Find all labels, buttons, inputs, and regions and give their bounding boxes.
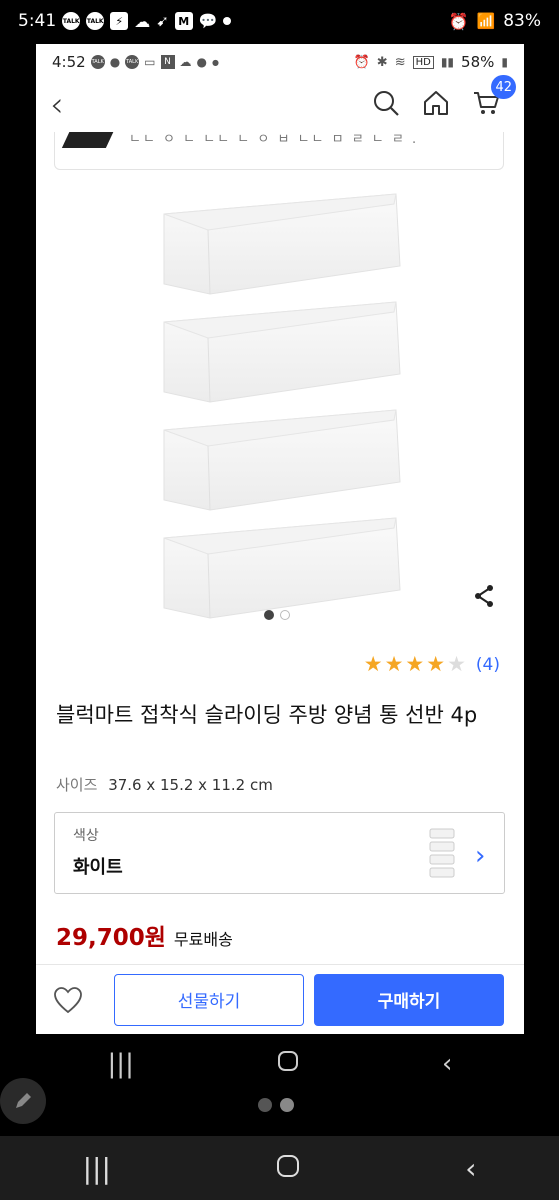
talk-icon: TALK [62, 12, 81, 30]
product-title: 블럭마트 접착식 슬라이딩 주방 양념 통 선반 4p [56, 703, 478, 727]
search-icon[interactable] [372, 89, 400, 121]
star-icon: ★ [384, 652, 404, 676]
option-value: 화이트 [73, 857, 123, 878]
product-image[interactable] [36, 184, 524, 644]
wifi-icon: 📶 [476, 12, 496, 30]
back-nav-icon[interactable]: ‹ [442, 1049, 452, 1079]
window-icon: ▭ [144, 55, 156, 69]
cloud-icon: ☁ [134, 11, 151, 31]
bottom-action-bar: 선물하기 구매하기 [36, 964, 524, 1034]
bluetooth-icon: ✱ [376, 54, 388, 70]
back-nav-icon[interactable]: ‹ [465, 1152, 476, 1185]
talk-icon: TALK [86, 12, 105, 30]
dot-icon: ● [212, 57, 219, 67]
n-icon: N [160, 55, 175, 69]
cloud-icon: ☁ [179, 55, 192, 69]
home-icon[interactable] [422, 89, 450, 121]
home-button-icon[interactable] [277, 1049, 299, 1079]
share-icon[interactable] [472, 584, 496, 612]
battery-icon: ▮ [501, 55, 508, 69]
chat-icon: ● [109, 55, 121, 69]
wifi-icon: ≋ [394, 54, 406, 70]
bolt-icon: ⚡ [110, 12, 129, 30]
outer-time: 5:41 [18, 11, 57, 31]
option-thumbnail [429, 828, 455, 878]
star-empty-icon: ★ [447, 652, 466, 676]
dot-icon [223, 17, 232, 25]
pen-icon[interactable] [0, 1078, 46, 1124]
gallery-dot [264, 610, 274, 620]
app-screen: 4:52 TALK ● TALK ▭ N ☁ ● ● ⏰ ✱ ≋ HD ▮▮ 5… [36, 44, 524, 1034]
price: 29,700원 [56, 925, 166, 951]
banner-thumbnail [61, 132, 117, 148]
signal-icon: ▮▮ [440, 55, 455, 69]
network-label: HD [412, 55, 434, 69]
inner-status-bar: 4:52 TALK ● TALK ▭ N ☁ ● ● ⏰ ✱ ≋ HD ▮▮ 5… [36, 44, 524, 80]
gallery-pagination [264, 610, 290, 620]
spec-value: 37.6 x 15.2 x 11.2 cm [108, 776, 273, 794]
chevron-right-icon: › [475, 841, 486, 871]
gallery-dot [280, 610, 290, 620]
rating[interactable]: ★ ★ ★ ★ ★ (4) [364, 654, 500, 675]
buy-button[interactable]: 구매하기 [314, 973, 504, 1026]
app-bar: ‹ 42 [36, 75, 524, 130]
option-label: 색상 [73, 828, 99, 844]
chat-icon: ● [196, 55, 207, 69]
talk-icon: TALK [125, 55, 140, 69]
chat-icon: 💬 [198, 12, 218, 30]
inner-battery: 58% [461, 53, 495, 71]
home-button-icon[interactable] [276, 1152, 300, 1185]
outer-battery: 83% [503, 11, 541, 31]
recent-apps-icon[interactable]: ||| [108, 1049, 134, 1079]
promo-banner[interactable]: ㄴㄴ ㅇ ㄴ ㄴㄴ ㄴ ㅇ ㅂ ㄴㄴ ㅁ ㄹ ㄴ ㄹ . [54, 132, 504, 170]
heart-icon[interactable] [48, 986, 88, 1014]
talk-icon: TALK [90, 55, 105, 69]
option-selector[interactable]: 색상 화이트 › [54, 812, 505, 894]
gift-button[interactable]: 선물하기 [114, 973, 304, 1026]
screen-page-indicator [258, 1098, 294, 1112]
m-icon: M [174, 12, 193, 30]
outer-nav-bar: ||| ‹ [0, 1136, 559, 1200]
cart-badge: 42 [491, 75, 516, 99]
product-spec: 사이즈 37.6 x 15.2 x 11.2 cm [56, 774, 273, 795]
price-row: 29,700원 무료배송 [56, 918, 233, 952]
inner-time: 4:52 [52, 53, 86, 71]
banner-text: ㄴㄴ ㅇ ㄴ ㄴㄴ ㄴ ㅇ ㅂ ㄴㄴ ㅁ ㄹ ㄴ ㄹ . [129, 132, 419, 147]
shipping-label: 무료배송 [173, 930, 233, 949]
page-dot [280, 1098, 294, 1112]
alarm-icon: ⏰ [353, 54, 370, 70]
star-icon: ★ [405, 652, 425, 676]
page-dot [258, 1098, 272, 1112]
outer-status-bar: 5:41 TALK TALK ⚡ ☁ ➹ M 💬 ⏰ 📶 83% [0, 0, 559, 42]
review-count[interactable]: (4) [476, 655, 500, 675]
back-icon[interactable]: ‹ [50, 85, 80, 125]
inner-nav-bar: ||| ‹ [36, 1036, 524, 1092]
recent-apps-icon[interactable]: ||| [83, 1152, 111, 1185]
star-icon: ★ [363, 652, 383, 676]
cart-button[interactable]: 42 [472, 75, 516, 121]
alarm-icon: ⏰ [448, 11, 469, 31]
spec-label: 사이즈 [56, 776, 98, 794]
star-icon: ★ [426, 652, 446, 676]
cursor-icon: ➹ [156, 12, 169, 30]
